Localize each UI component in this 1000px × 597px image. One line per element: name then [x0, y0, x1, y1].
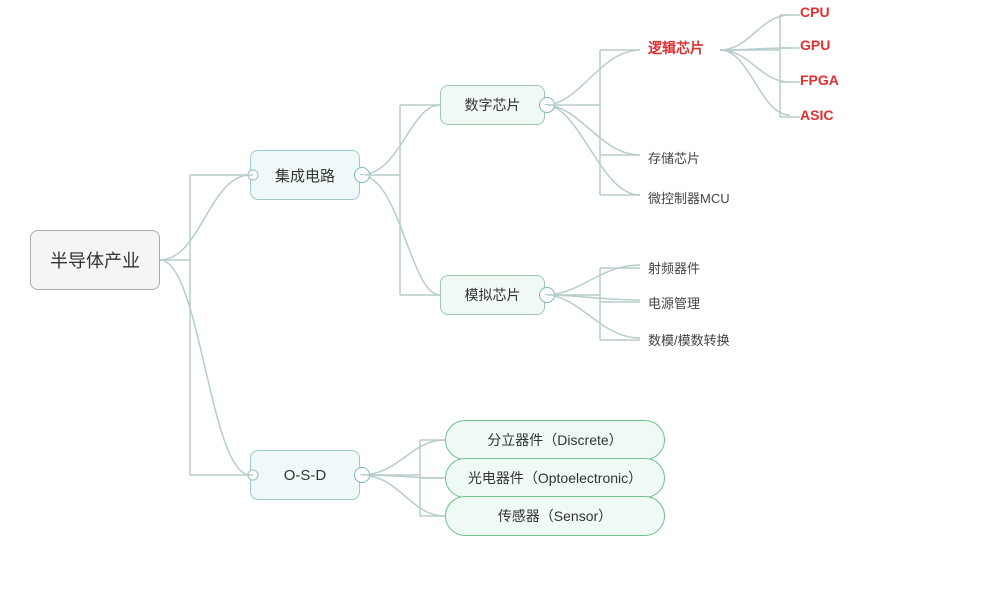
fpga-label: FPGA: [800, 72, 839, 88]
discrete-label: 分立器件（Discrete）: [487, 430, 622, 450]
osd-collapse-btn[interactable]: −: [354, 467, 370, 483]
osd-label: O-S-D: [284, 467, 327, 484]
opto-label: 光电器件（Optoelectronic）: [468, 468, 642, 488]
sensor-label: 传感器（Sensor）: [498, 506, 612, 526]
analog-label: 模拟芯片: [465, 285, 521, 305]
rf-label: 射频器件: [648, 261, 700, 276]
root-label: 半导体产业: [50, 247, 140, 273]
power-label: 电源管理: [648, 296, 700, 311]
mcu-node: 微控制器MCU: [648, 188, 730, 207]
discrete-node[interactable]: 分立器件（Discrete）: [445, 420, 665, 460]
digital-label: 数字芯片: [465, 95, 521, 115]
osd-node[interactable]: O-S-D: [250, 450, 360, 500]
opto-node[interactable]: 光电器件（Optoelectronic）: [445, 458, 665, 498]
asic-node: ASIC: [800, 107, 833, 123]
digital-node[interactable]: 数字芯片: [440, 85, 545, 125]
mind-map: 半导体产业 集成电路 − O-S-D − 数字芯片 − 模拟芯片 − 逻辑芯片 …: [0, 0, 1000, 597]
gpu-node: GPU: [800, 37, 830, 53]
gpu-label: GPU: [800, 37, 830, 53]
cpu-label: CPU: [800, 4, 830, 20]
mcu-label: 微控制器MCU: [648, 191, 730, 206]
rf-node: 射频器件: [648, 258, 700, 277]
dac-label: 数模/模数转换: [648, 333, 730, 348]
digital-collapse-btn[interactable]: −: [539, 97, 555, 113]
power-node: 电源管理: [648, 293, 700, 312]
ic-label: 集成电路: [275, 165, 335, 186]
asic-label: ASIC: [800, 107, 833, 123]
fpga-node: FPGA: [800, 72, 839, 88]
storage-label: 存储芯片: [648, 151, 700, 166]
cpu-node: CPU: [800, 4, 830, 20]
logic-chip-node: 逻辑芯片: [648, 38, 704, 58]
ic-collapse-btn[interactable]: −: [354, 167, 370, 183]
analog-node[interactable]: 模拟芯片: [440, 275, 545, 315]
ic-node[interactable]: 集成电路: [250, 150, 360, 200]
storage-node: 存储芯片: [648, 148, 700, 167]
dac-node: 数模/模数转换: [648, 330, 730, 349]
logic-chip-label: 逻辑芯片: [648, 40, 704, 56]
analog-collapse-btn[interactable]: −: [539, 287, 555, 303]
sensor-node[interactable]: 传感器（Sensor）: [445, 496, 665, 536]
root-node: 半导体产业: [30, 230, 160, 290]
